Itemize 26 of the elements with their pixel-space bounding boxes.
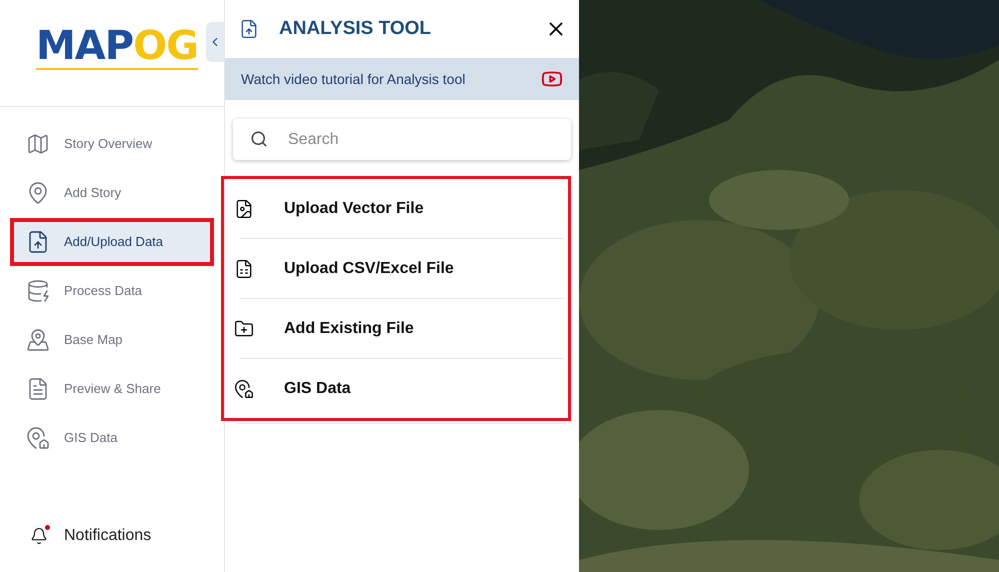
sidebar-item[interactable]: Preview & Share	[10, 365, 214, 413]
map-icon	[26, 132, 50, 156]
sidebar-item[interactable]: Story Overview	[10, 120, 214, 168]
sidebar-item[interactable]: Add Story	[10, 169, 214, 217]
sidebar-item[interactable]: Process Data	[10, 267, 214, 315]
search-icon	[250, 130, 268, 148]
option-item[interactable]: Add Existing File	[234, 299, 558, 358]
map-pin-icon	[234, 378, 254, 398]
panel-title: ANALYSIS TOOL	[279, 16, 432, 41]
option-item[interactable]: GIS Data	[234, 359, 558, 418]
sidebar-item[interactable]: Add/Upload Data	[10, 218, 214, 266]
sidebar-item[interactable]: Base Map	[10, 316, 214, 364]
option-item[interactable]: Upload CSV/Excel File	[234, 239, 558, 298]
map-pin-icon	[26, 328, 50, 352]
folder-plus-icon	[234, 318, 254, 338]
bell-icon[interactable]	[30, 527, 48, 545]
option-item[interactable]: Upload Vector File	[234, 179, 558, 238]
logo: MAPOG	[36, 26, 198, 70]
image-file-icon	[234, 198, 254, 218]
notifications-label[interactable]: Notifications	[64, 524, 152, 548]
file-upload-icon	[239, 19, 259, 39]
spreadsheet-file-icon	[234, 258, 254, 278]
sidebar-item[interactable]: GIS Data	[10, 414, 214, 462]
search-field[interactable]: Search	[233, 119, 571, 160]
map-pin-icon	[26, 426, 50, 450]
database-icon	[26, 279, 50, 303]
